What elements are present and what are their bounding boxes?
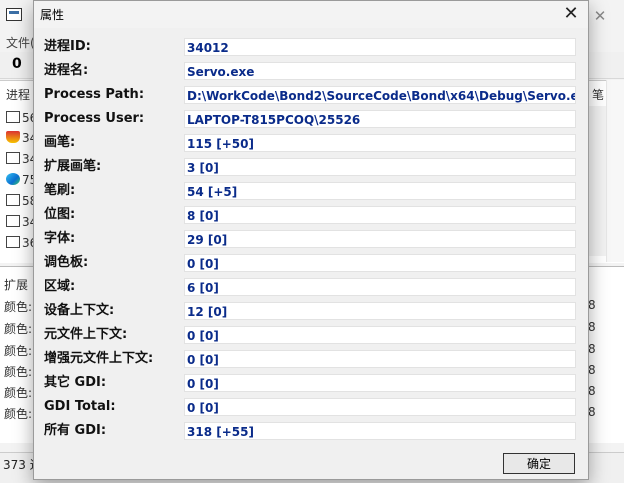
window-icon: [6, 152, 20, 164]
detail-row-value: 8: [588, 384, 596, 398]
label-device-contexts: 设备上下文:: [44, 303, 115, 318]
detail-row-label: 颜色:: [4, 407, 33, 421]
main-menu-file[interactable]: 文件(: [6, 34, 35, 51]
label-other-gdi: 其它 GDI:: [44, 375, 107, 390]
toolbar-value: 0: [12, 56, 22, 72]
detail-row-value: 8: [588, 298, 596, 312]
dialog-titlebar[interactable]: [34, 1, 588, 28]
label-process-name: 进程名:: [44, 63, 89, 78]
dialog-title: 属性: [40, 8, 65, 22]
value-brushes[interactable]: 54 [+5]: [184, 182, 576, 200]
window-icon: [6, 215, 20, 227]
value-metafile-dcs[interactable]: 0 [0]: [184, 326, 576, 344]
detail-row-value: 8: [588, 320, 596, 334]
edge-browser-icon: [6, 173, 20, 185]
detail-row-label: 颜色:: [4, 365, 33, 379]
properties-dialog: 属性 ✕ 进程ID: 34012 进程名: Servo.exe Process …: [33, 0, 589, 480]
ok-button[interactable]: 确定: [503, 453, 575, 474]
value-process-id[interactable]: 34012: [184, 38, 576, 56]
window-icon: [6, 194, 20, 206]
value-other-gdi[interactable]: 0 [0]: [184, 374, 576, 392]
process-list-scrollbar[interactable]: [606, 80, 624, 262]
shield-icon: [6, 131, 20, 143]
detail-row-label: 颜色:: [4, 322, 33, 336]
value-device-contexts[interactable]: 12 [0]: [184, 302, 576, 320]
value-ext-pens[interactable]: 3 [0]: [184, 158, 576, 176]
label-brushes: 笔刷:: [44, 183, 76, 198]
label-regions: 区域:: [44, 279, 76, 294]
label-pens: 画笔:: [44, 135, 76, 150]
value-process-user[interactable]: LAPTOP-T815PCOQ\25526: [184, 110, 576, 128]
value-all-gdi[interactable]: 318 [+55]: [184, 422, 576, 440]
detail-row-value: 8: [588, 363, 596, 377]
value-process-path[interactable]: D:\WorkCode\Bond2\SourceCode\Bond\x64\De…: [184, 86, 576, 104]
value-palettes[interactable]: 0 [0]: [184, 254, 576, 272]
label-palettes: 调色板:: [44, 255, 89, 270]
detail-row-value: 8: [588, 342, 596, 356]
value-process-name[interactable]: Servo.exe: [184, 62, 576, 80]
label-process-path: Process Path:: [44, 87, 145, 102]
value-fonts[interactable]: 29 [0]: [184, 230, 576, 248]
window-icon: [6, 111, 20, 123]
label-process-user: Process User:: [44, 111, 145, 126]
close-icon[interactable]: ✕: [558, 2, 584, 26]
label-enh-metafile-dcs: 增强元文件上下文:: [44, 351, 154, 366]
value-gdi-total[interactable]: 0 [0]: [184, 398, 576, 416]
label-all-gdi: 所有 GDI:: [44, 423, 107, 438]
detail-row-value: 8: [588, 405, 596, 419]
value-regions[interactable]: 6 [0]: [184, 278, 576, 296]
detail-row-label: 颜色:: [4, 300, 33, 314]
process-list-header-pen[interactable]: 笔: [592, 86, 604, 103]
label-bitmaps: 位图:: [44, 207, 76, 222]
label-process-id: 进程ID:: [44, 39, 91, 54]
label-gdi-total: GDI Total:: [44, 399, 116, 414]
value-bitmaps[interactable]: 8 [0]: [184, 206, 576, 224]
window-icon: [6, 236, 20, 248]
detail-panel-header: 扩展: [4, 278, 29, 292]
main-close-icon[interactable]: ✕: [590, 6, 610, 26]
label-ext-pens: 扩展画笔:: [44, 159, 102, 174]
value-pens[interactable]: 115 [+50]: [184, 134, 576, 152]
label-metafile-dcs: 元文件上下文:: [44, 327, 128, 342]
detail-row-label: 颜色:: [4, 386, 33, 400]
app-window-icon: [6, 8, 22, 21]
value-enh-metafile-dcs[interactable]: 0 [0]: [184, 350, 576, 368]
process-list-header[interactable]: 进程: [6, 86, 30, 103]
detail-row-label: 颜色:: [4, 344, 33, 358]
label-fonts: 字体:: [44, 231, 76, 246]
